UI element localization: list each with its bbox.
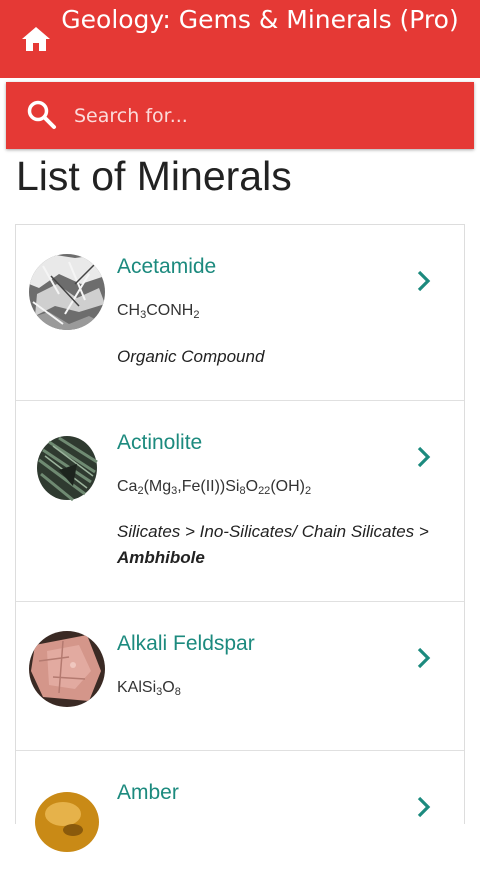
chevron-right-icon[interactable] bbox=[412, 269, 436, 293]
chevron-right-icon[interactable] bbox=[412, 646, 436, 670]
mineral-image-amber bbox=[29, 780, 105, 856]
mineral-name: Alkali Feldspar bbox=[117, 632, 255, 655]
mineral-name: Acetamide bbox=[117, 255, 217, 278]
list-item[interactable]: Acetamide CH3CONH2 Organic Compound bbox=[16, 225, 464, 401]
mineral-name: Amber bbox=[117, 781, 179, 804]
list-item[interactable]: Actinolite Ca2(Mg3,Fe(II))Si8O22(OH)2 Si… bbox=[16, 401, 464, 602]
mineral-image-acetamide bbox=[29, 254, 105, 330]
mineral-name: Actinolite bbox=[117, 431, 203, 454]
app-title: Geology: Gems & Minerals (Pro) bbox=[61, 5, 459, 34]
mineral-image-alkali-feldspar bbox=[29, 631, 105, 707]
chevron-right-icon[interactable] bbox=[412, 795, 436, 819]
mineral-formula: CH3CONH2 bbox=[117, 302, 200, 321]
home-icon bbox=[22, 27, 50, 51]
mineral-formula: Ca2(Mg3,Fe(II))Si8O22(OH)2 bbox=[117, 478, 312, 497]
mineral-category: Silicates > Ino-Silicates/ Chain Silicat… bbox=[117, 522, 429, 567]
mineral-formula: KAlSi3O8 bbox=[117, 679, 181, 698]
search-icon[interactable] bbox=[26, 99, 58, 131]
app-bar: Geology: Gems & Minerals (Pro) bbox=[0, 0, 480, 78]
search-input[interactable] bbox=[74, 96, 454, 136]
page-title: List of Minerals bbox=[16, 153, 292, 199]
mineral-category: Organic Compound bbox=[117, 347, 265, 366]
search-bar bbox=[6, 82, 474, 149]
mineral-list: Acetamide CH3CONH2 Organic Compound Acti… bbox=[15, 224, 465, 856]
list-item[interactable]: Alkali Feldspar KAlSi3O8 bbox=[16, 602, 464, 751]
chevron-right-icon[interactable] bbox=[412, 445, 436, 469]
home-button[interactable] bbox=[14, 19, 58, 59]
mineral-image-actinolite bbox=[29, 430, 105, 506]
list-item[interactable]: Amber bbox=[16, 751, 464, 871]
